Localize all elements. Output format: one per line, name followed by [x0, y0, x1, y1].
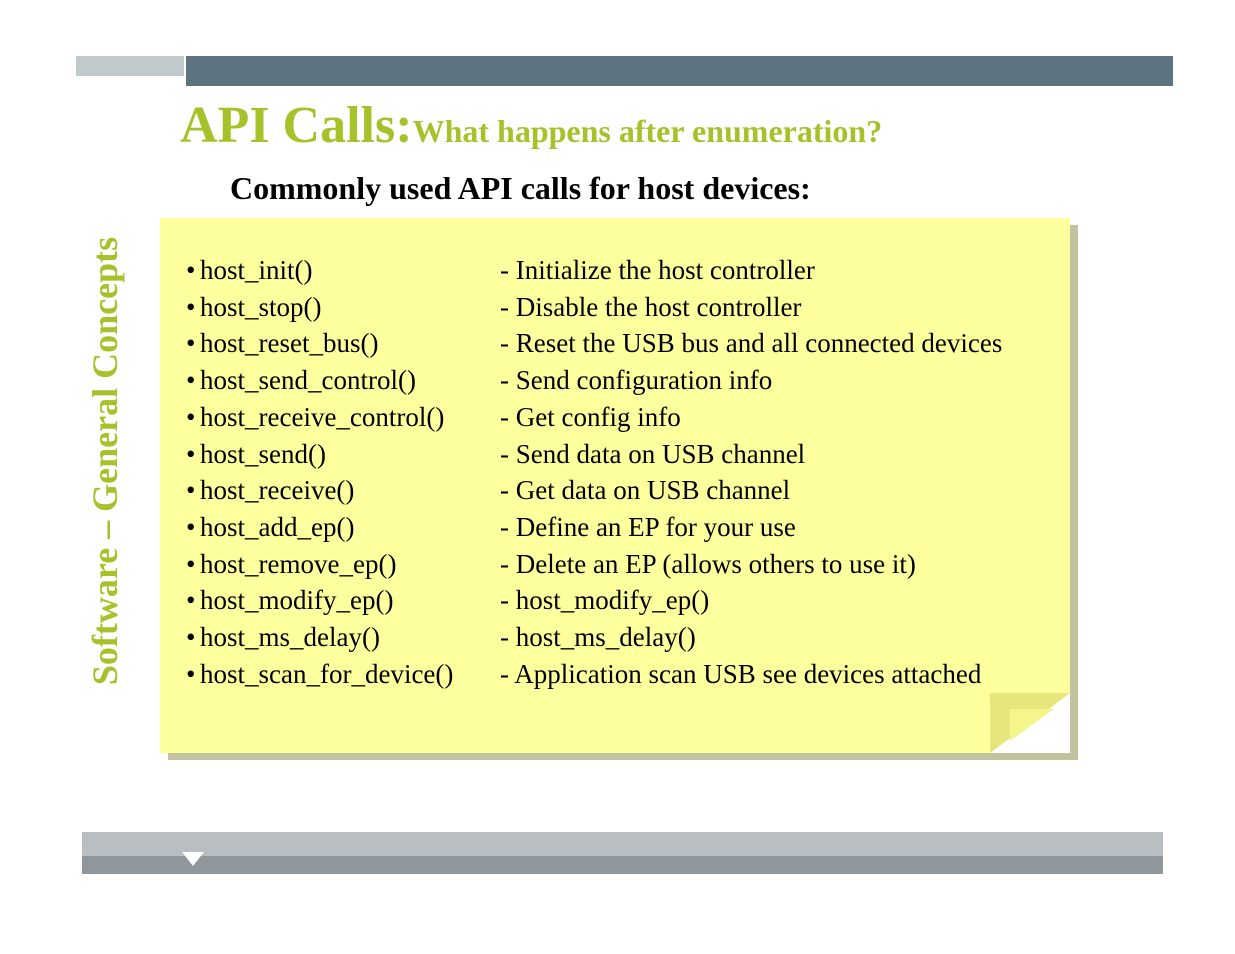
api-function-name: host_remove_ep() [200, 546, 500, 583]
api-function-name: host_send_control() [200, 362, 500, 399]
vertical-section-label: Software – General Concepts [84, 237, 126, 685]
api-row: •host_init()- Initialize the host contro… [186, 252, 1044, 289]
api-function-name: host_reset_bus() [200, 325, 500, 362]
note-panel: •host_init()- Initialize the host contro… [160, 218, 1070, 753]
page-curl-icon [1010, 709, 1054, 741]
api-function-name: host_receive() [200, 472, 500, 509]
bottom-bar-light [82, 832, 1163, 858]
bullet-icon: • [186, 399, 200, 436]
api-description: - Initialize the host controller [500, 252, 1044, 289]
api-row: •host_receive_control()- Get config info [186, 399, 1044, 436]
title-main: API Calls: [180, 97, 413, 154]
top-bar-stub [76, 56, 184, 76]
api-description: - Define an EP for your use [500, 509, 1044, 546]
api-row: •host_remove_ep()- Delete an EP (allows … [186, 546, 1044, 583]
api-description: - Get data on USB channel [500, 472, 1044, 509]
api-description: - host_ms_delay() [500, 619, 1044, 656]
api-description: - Send data on USB channel [500, 436, 1044, 473]
api-description: - Disable the host controller [500, 289, 1044, 326]
bullet-icon: • [186, 436, 200, 473]
bullet-icon: • [186, 325, 200, 362]
api-function-name: host_init() [200, 252, 500, 289]
api-row: •host_send()- Send data on USB channel [186, 436, 1044, 473]
api-list: •host_init()- Initialize the host contro… [186, 252, 1044, 693]
title-subquestion: What happens after enumeration? [413, 113, 883, 149]
api-description: - Delete an EP (allows others to use it) [500, 546, 1044, 583]
bullet-icon: • [186, 472, 200, 509]
api-function-name: host_ms_delay() [200, 619, 500, 656]
api-row: •host_stop()- Disable the host controlle… [186, 289, 1044, 326]
api-function-name: host_modify_ep() [200, 582, 500, 619]
api-row: •host_receive()- Get data on USB channel [186, 472, 1044, 509]
bullet-icon: • [186, 252, 200, 289]
bullet-icon: • [186, 546, 200, 583]
api-row: •host_scan_for_device()- Application sca… [186, 656, 1044, 693]
slide-title: API Calls:What happens after enumeration… [180, 96, 1155, 155]
api-row: •host_ms_delay()- host_ms_delay() [186, 619, 1044, 656]
bullet-icon: • [186, 289, 200, 326]
api-function-name: host_receive_control() [200, 399, 500, 436]
api-function-name: host_scan_for_device() [200, 656, 500, 693]
api-function-name: host_send() [200, 436, 500, 473]
bullet-icon: • [186, 509, 200, 546]
bottom-bar-dark [82, 856, 1163, 874]
api-description: - Reset the USB bus and all connected de… [500, 325, 1044, 362]
api-description: - Get config info [500, 399, 1044, 436]
bullet-icon: • [186, 362, 200, 399]
subheading: Commonly used API calls for host devices… [230, 170, 811, 207]
bullet-icon: • [186, 619, 200, 656]
api-row: •host_add_ep()- Define an EP for your us… [186, 509, 1044, 546]
api-description: - host_modify_ep() [500, 582, 1044, 619]
api-description: - Send configuration info [500, 362, 1044, 399]
api-description: - Application scan USB see devices attac… [500, 656, 1044, 693]
bullet-icon: • [186, 582, 200, 619]
api-row: •host_reset_bus()- Reset the USB bus and… [186, 325, 1044, 362]
bullet-icon: • [186, 656, 200, 693]
api-function-name: host_stop() [200, 289, 500, 326]
top-bar [186, 56, 1173, 86]
api-row: •host_modify_ep()- host_modify_ep() [186, 582, 1044, 619]
api-function-name: host_add_ep() [200, 509, 500, 546]
api-row: •host_send_control()- Send configuration… [186, 362, 1044, 399]
